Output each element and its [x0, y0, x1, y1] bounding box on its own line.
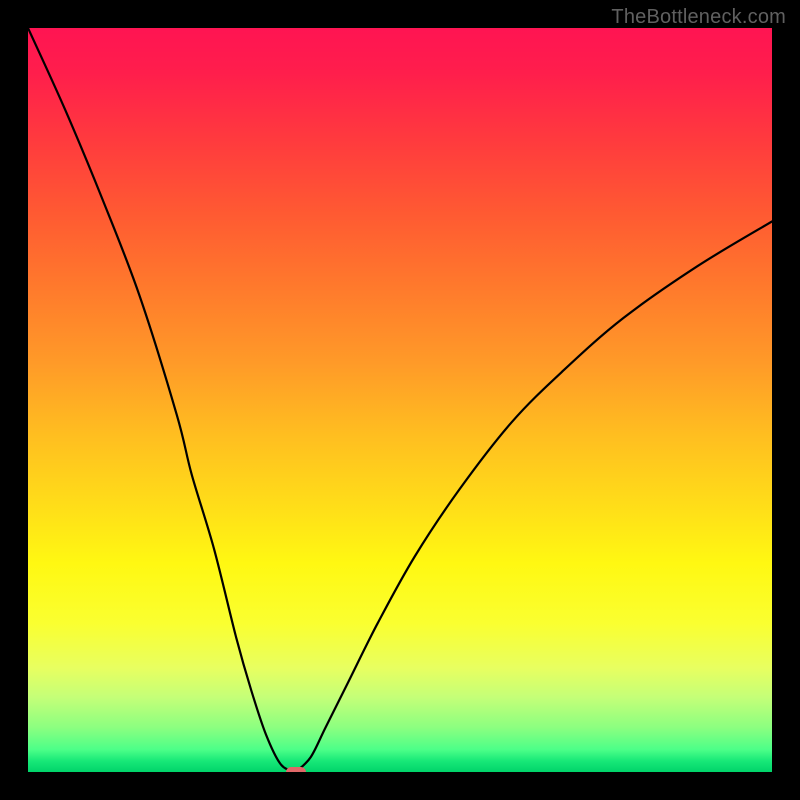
plot-area [28, 28, 772, 772]
bottleneck-curve [28, 28, 772, 772]
watermark-text: TheBottleneck.com [611, 6, 786, 29]
chart-frame: TheBottleneck.com [0, 0, 800, 800]
optimum-marker [286, 767, 306, 772]
